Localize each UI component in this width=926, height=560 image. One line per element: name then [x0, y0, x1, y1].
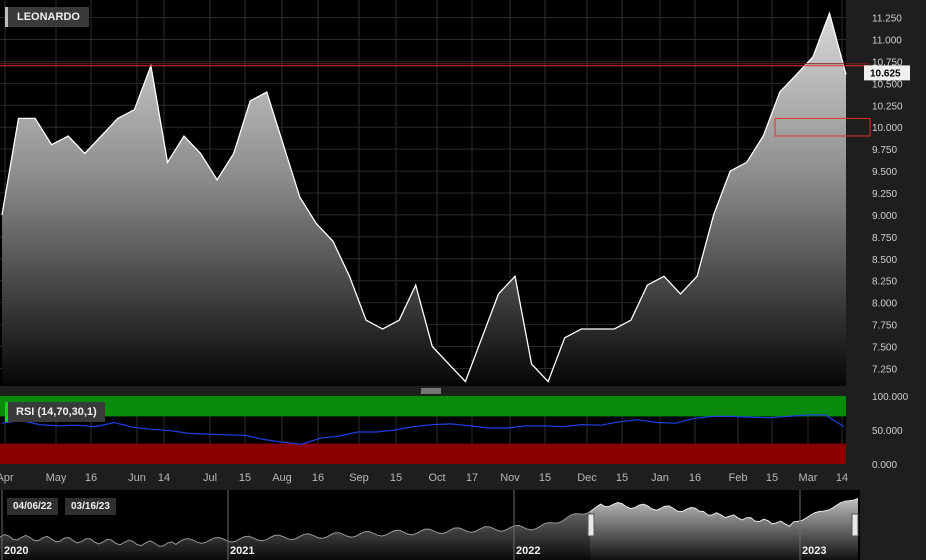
- price-tick-label: 11.000: [872, 35, 902, 46]
- x-tick-label: Feb: [729, 472, 748, 484]
- x-tick-label: Sep: [349, 472, 369, 484]
- range-end-date: 03/16/23: [65, 498, 116, 515]
- x-tick-label: Apr: [0, 472, 14, 484]
- x-tick-label: 15: [239, 472, 251, 484]
- x-tick-label: 17: [466, 472, 478, 484]
- x-tick-label: 16: [312, 472, 324, 484]
- price-tick-label: 10.000: [872, 123, 903, 134]
- x-tick-label: Jun: [128, 472, 146, 484]
- x-tick-label: 14: [836, 472, 848, 484]
- x-tick-label: Nov: [500, 472, 520, 484]
- rsi-tick-label: 0.000: [872, 460, 897, 471]
- price-tick-label: 8.500: [872, 255, 897, 266]
- price-tick-label: 9.250: [872, 189, 897, 200]
- price-tick-label: 10.500: [872, 79, 903, 90]
- rsi-tick-label: 100.000: [872, 392, 909, 403]
- panel-splitter[interactable]: [421, 388, 441, 394]
- price-tick-label: 9.500: [872, 167, 897, 178]
- x-tick-label: May: [46, 472, 67, 484]
- x-tick-label: Jan: [651, 472, 669, 484]
- rsi-overbought-band: [0, 396, 846, 417]
- navigator-year-label: 2023: [802, 545, 826, 557]
- x-tick-label: 15: [390, 472, 402, 484]
- price-tick-label: 7.250: [872, 364, 897, 375]
- price-tick-label: 8.750: [872, 233, 897, 244]
- navigator-year-label: 2021: [230, 545, 254, 557]
- rsi-axis: 100.000 50.000 0.000: [872, 392, 909, 471]
- x-tick-label: 15: [766, 472, 778, 484]
- rsi-oversold-band: [0, 443, 846, 464]
- x-tick-label: Oct: [428, 472, 445, 484]
- x-tick-label: 15: [616, 472, 628, 484]
- price-tick-label: 9.750: [872, 145, 897, 156]
- price-tick-label: 9.000: [872, 211, 897, 222]
- x-tick-label: Mar: [799, 472, 818, 484]
- price-tick-label: 8.250: [872, 277, 897, 288]
- price-tick-label: 8.000: [872, 299, 897, 310]
- x-tick-label: 16: [689, 472, 701, 484]
- range-start-date: 04/06/22: [7, 498, 58, 515]
- price-tick-label: 10.250: [872, 101, 903, 112]
- navigator-year-label: 2022: [516, 545, 540, 557]
- last-value-label: 10.625: [870, 68, 901, 79]
- x-axis: Apr May 16 Jun 14 Jul 15 Aug 16 Sep 15 Oct 17 Nov 15 De…: [0, 472, 848, 484]
- x-tick-label: 14: [158, 472, 170, 484]
- price-tick-label: 11.250: [872, 14, 902, 25]
- navigator-handle-left[interactable]: [587, 513, 595, 537]
- x-tick-label: 16: [85, 472, 97, 484]
- price-tick-label: 7.500: [872, 343, 897, 354]
- x-tick-label: Jul: [203, 472, 217, 484]
- navigator-year-label: 2020: [4, 545, 28, 557]
- rsi-indicator-label[interactable]: RSI (14,70,30,1): [5, 402, 105, 422]
- rsi-tick-label: 50.000: [872, 426, 903, 437]
- x-tick-label: Aug: [272, 472, 292, 484]
- symbol-label: LEONARDO: [5, 7, 89, 27]
- navigator-handle-right[interactable]: [851, 513, 859, 537]
- price-tick-label: 7.750: [872, 321, 897, 332]
- chart-canvas: 11.25011.00010.75010.50010.25010.0009.75…: [0, 0, 910, 560]
- x-tick-label: 15: [539, 472, 551, 484]
- x-tick-label: Dec: [577, 472, 597, 484]
